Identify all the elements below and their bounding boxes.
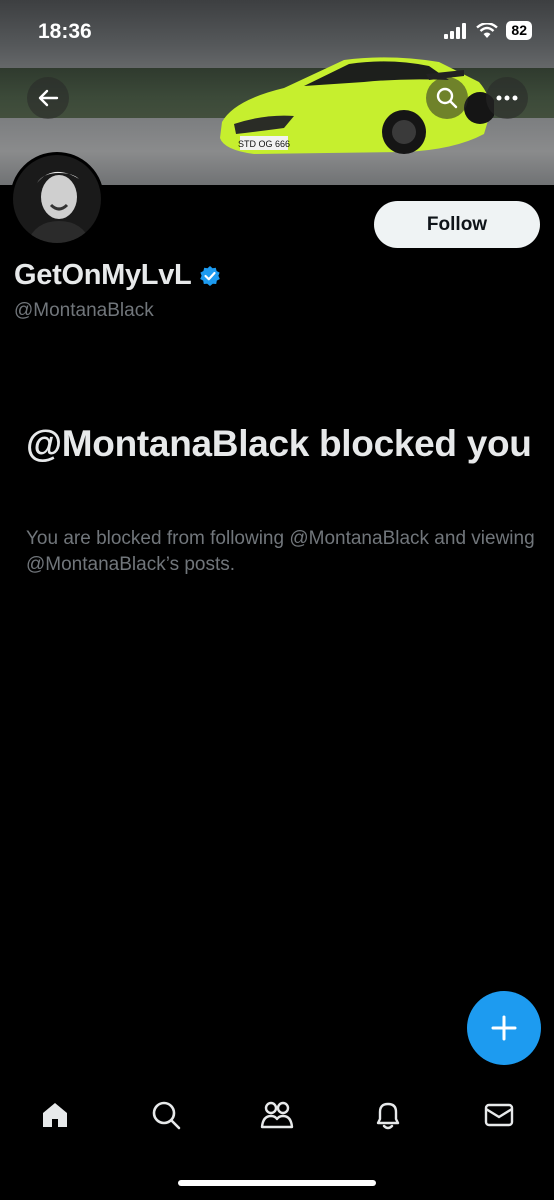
compose-button[interactable] [467,991,541,1065]
bell-icon [376,1102,399,1130]
profile-avatar[interactable] [10,152,104,246]
plus-icon [491,1015,517,1041]
tab-search[interactable] [136,1087,196,1143]
bottom-tab-bar [0,1085,554,1145]
tab-notifications[interactable] [358,1087,418,1143]
mail-icon [484,1103,513,1127]
avatar-image [13,155,101,243]
follow-button[interactable]: Follow [374,201,540,248]
profile-display-name: GetOnMyLvL [14,259,221,292]
cellular-signal-icon [444,22,467,39]
status-time: 18:36 [38,20,92,43]
search-icon [152,1101,181,1130]
profile-handle: @MontanaBlack [14,300,154,321]
back-button[interactable] [27,77,69,119]
more-button[interactable] [486,77,528,119]
search-button[interactable] [426,77,468,119]
status-icons: 82 [444,21,532,40]
communities-icon [260,1101,294,1129]
battery-level: 82 [506,21,532,40]
home-indicator[interactable] [178,1180,376,1186]
license-plate: STD OG 666 [238,139,290,149]
wifi-icon [476,22,499,38]
tab-messages[interactable] [469,1087,529,1143]
blocked-description: You are blocked from following @MontanaB… [26,528,535,575]
back-arrow-icon [38,89,59,107]
tab-home[interactable] [25,1087,85,1143]
display-name-text: GetOnMyLvL [14,259,192,291]
tab-communities[interactable] [247,1087,307,1143]
blocked-title: @MontanaBlack blocked you [26,423,532,464]
verified-badge-icon[interactable] [199,265,221,287]
search-icon [436,87,458,109]
more-dots-icon [496,95,518,101]
home-icon [43,1103,68,1127]
